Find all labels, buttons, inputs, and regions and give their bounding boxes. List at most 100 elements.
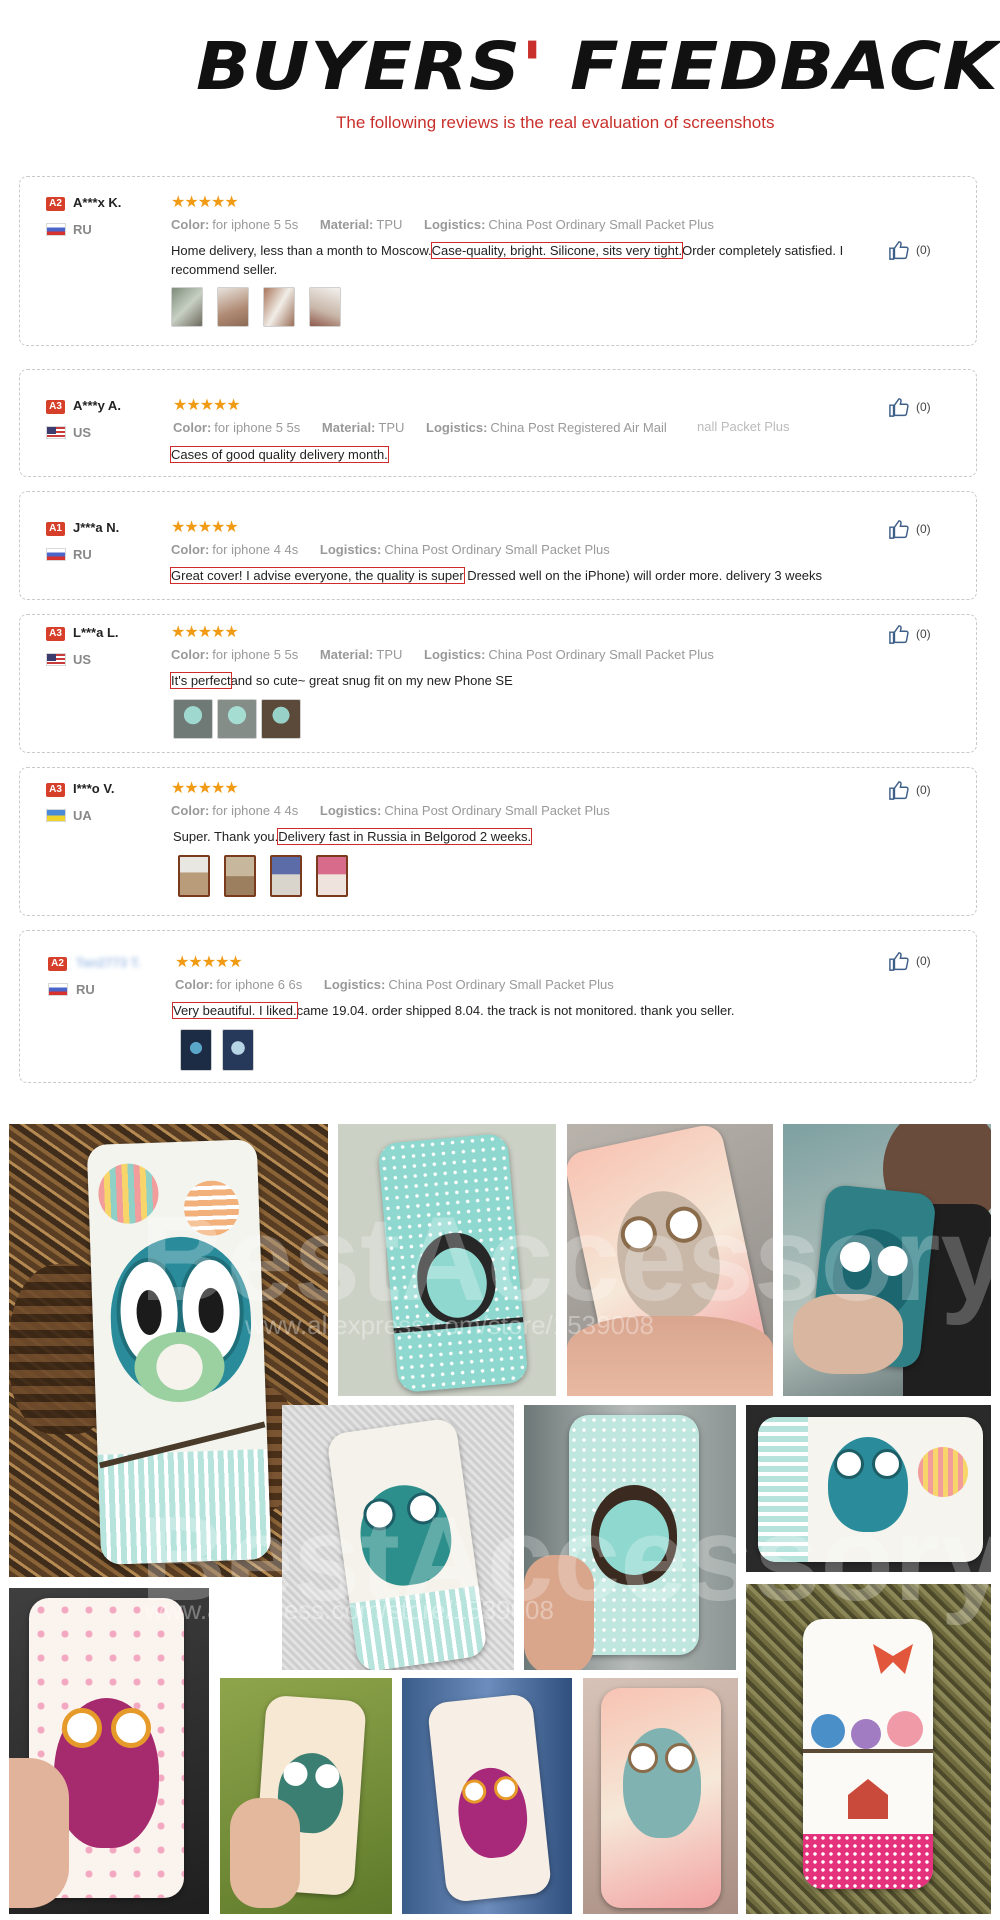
like-button[interactable]: (0)	[888, 397, 931, 417]
buyer-name: J***a N.	[73, 520, 120, 535]
thumbs-up-icon	[889, 241, 909, 260]
rating-stars: ★★★★★	[171, 519, 239, 536]
review-highlight: Great cover! I advise everyone, the qual…	[170, 567, 465, 584]
review-photo[interactable]	[178, 855, 210, 897]
order-details: Color: for iphone 6 6s Logistics: China Po…	[175, 977, 614, 992]
page-title: BUYERS' FEEDBACK	[196, 28, 999, 105]
thumbs-up-icon	[889, 781, 909, 800]
buyer-level-badge: A3	[46, 783, 65, 797]
like-button[interactable]: (0)	[888, 519, 931, 539]
buyer-country: RU	[73, 547, 92, 562]
order-details: Color: for iphone 5 5s Material: TPU Logis…	[171, 647, 714, 662]
like-button[interactable]: (0)	[888, 624, 931, 644]
product-photo[interactable]	[220, 1678, 392, 1914]
flag-ru-icon	[46, 223, 66, 236]
buyer-name: I***o V.	[73, 781, 115, 796]
buyer-country: RU	[73, 222, 92, 237]
like-button[interactable]: (0)	[888, 951, 931, 971]
flag-us-icon	[46, 653, 66, 666]
product-photo[interactable]	[783, 1124, 991, 1396]
buyer-name: L***a L.	[73, 625, 119, 640]
buyer-level-badge: A2	[46, 197, 65, 211]
product-photo[interactable]	[746, 1405, 991, 1572]
like-button[interactable]: (0)	[888, 780, 931, 800]
rating-stars: ★★★★★	[171, 780, 239, 797]
product-photo[interactable]	[524, 1405, 736, 1670]
product-photo[interactable]	[746, 1584, 991, 1914]
like-count: (0)	[916, 627, 931, 641]
review-photo[interactable]	[171, 287, 203, 327]
review-text: Very beautiful. I liked.came 19.04. orde…	[172, 1002, 735, 1019]
review-text: Cases of good quality delivery month.	[170, 445, 891, 464]
review-highlight: It's perfect	[170, 672, 232, 689]
product-photo[interactable]	[9, 1588, 209, 1914]
review-photo[interactable]	[261, 699, 301, 739]
flag-ua-icon	[46, 809, 66, 822]
flag-us-icon	[46, 426, 66, 439]
review-photo[interactable]	[263, 287, 295, 327]
review-photo[interactable]	[217, 287, 249, 327]
review-photos	[178, 855, 348, 897]
review-photos	[173, 699, 301, 739]
page-subtitle: The following reviews is the real evalua…	[336, 113, 775, 132]
order-details: Color: for iphone 4 4s Logistics: China Po…	[171, 542, 610, 557]
product-photo[interactable]	[402, 1678, 572, 1914]
like-count: (0)	[916, 400, 931, 414]
buyer-level-badge: A2	[48, 957, 67, 971]
order-details: Color: for iphone 5 5s Material: TPU Logis…	[171, 217, 714, 232]
buyer-level-badge: A1	[46, 522, 65, 536]
review-photos	[171, 287, 341, 327]
like-count: (0)	[916, 954, 931, 968]
feedback-header: BUYERS' FEEDBACK The following reviews i…	[0, 0, 1000, 150]
flag-ru-icon	[48, 983, 68, 996]
buyer-name: Tan2773 T.	[76, 955, 141, 970]
like-count: (0)	[916, 243, 931, 257]
like-count: (0)	[916, 522, 931, 536]
review-text: Super. Thank you.Delivery fast in Russia…	[173, 828, 533, 845]
rating-stars: ★★★★★	[171, 194, 239, 211]
buyer-country: US	[73, 652, 92, 667]
like-button[interactable]: (0)	[888, 240, 931, 260]
logistics-overflow-text: nall Packet Plus	[697, 419, 790, 434]
product-photo[interactable]	[583, 1678, 738, 1914]
review-photo[interactable]	[224, 855, 256, 897]
order-details: Color: for iphone 5 5s Material: TPU Logis…	[173, 420, 667, 435]
review-photos	[180, 1029, 254, 1071]
rating-stars: ★★★★★	[171, 624, 239, 641]
review-photo[interactable]	[309, 287, 341, 327]
review-card: A1 J***a N. RU ★★★★★ Color: for iphone 4 …	[19, 491, 977, 600]
review-photo[interactable]	[222, 1029, 254, 1071]
buyer-name: A***x K.	[73, 195, 122, 210]
review-highlight: Delivery fast in Russia in Belgorod 2 we…	[277, 828, 533, 845]
like-count: (0)	[916, 783, 931, 797]
review-highlight: Very beautiful. I liked.	[172, 1002, 298, 1019]
review-photo[interactable]	[270, 855, 302, 897]
thumbs-up-icon	[889, 520, 909, 539]
review-card: A2 Tan2773 T. RU ★★★★★ Color: for iphone …	[19, 930, 977, 1083]
review-text: It's perfectand so cute~ great snug fit …	[170, 672, 513, 689]
review-card: A2 A***x K. RU ★★★★★ Color: for iphone 5 …	[19, 176, 977, 346]
review-text: Great cover! I advise everyone, the qual…	[170, 567, 823, 584]
buyer-level-badge: A3	[46, 400, 65, 414]
product-photo[interactable]	[567, 1124, 773, 1396]
rating-stars: ★★★★★	[173, 397, 241, 414]
buyer-level-badge: A3	[46, 627, 65, 641]
product-photo[interactable]	[9, 1124, 328, 1577]
order-details: Color: for iphone 4 4s Logistics: China Po…	[171, 803, 610, 818]
review-card: A3 I***o V. UA ★★★★★ Color: for iphone 4 …	[19, 767, 977, 916]
buyer-country: UA	[73, 808, 92, 823]
review-photo[interactable]	[217, 699, 257, 739]
review-text: Home delivery, less than a month to Mosc…	[171, 242, 844, 277]
product-photo[interactable]	[338, 1124, 556, 1396]
buyer-country: US	[73, 425, 92, 440]
review-photo[interactable]	[180, 1029, 212, 1071]
flag-ru-icon	[46, 548, 66, 561]
review-card: A3 L***a L. US ★★★★★ Color: for iphone 5 …	[19, 614, 977, 753]
thumbs-up-icon	[889, 952, 909, 971]
review-photo[interactable]	[173, 699, 213, 739]
review-highlight: Case-quality, bright. Silicone, sits ver…	[430, 242, 684, 259]
product-photo[interactable]	[282, 1405, 514, 1670]
thumbs-up-icon	[889, 398, 909, 417]
review-photo[interactable]	[316, 855, 348, 897]
thumbs-up-icon	[889, 625, 909, 644]
